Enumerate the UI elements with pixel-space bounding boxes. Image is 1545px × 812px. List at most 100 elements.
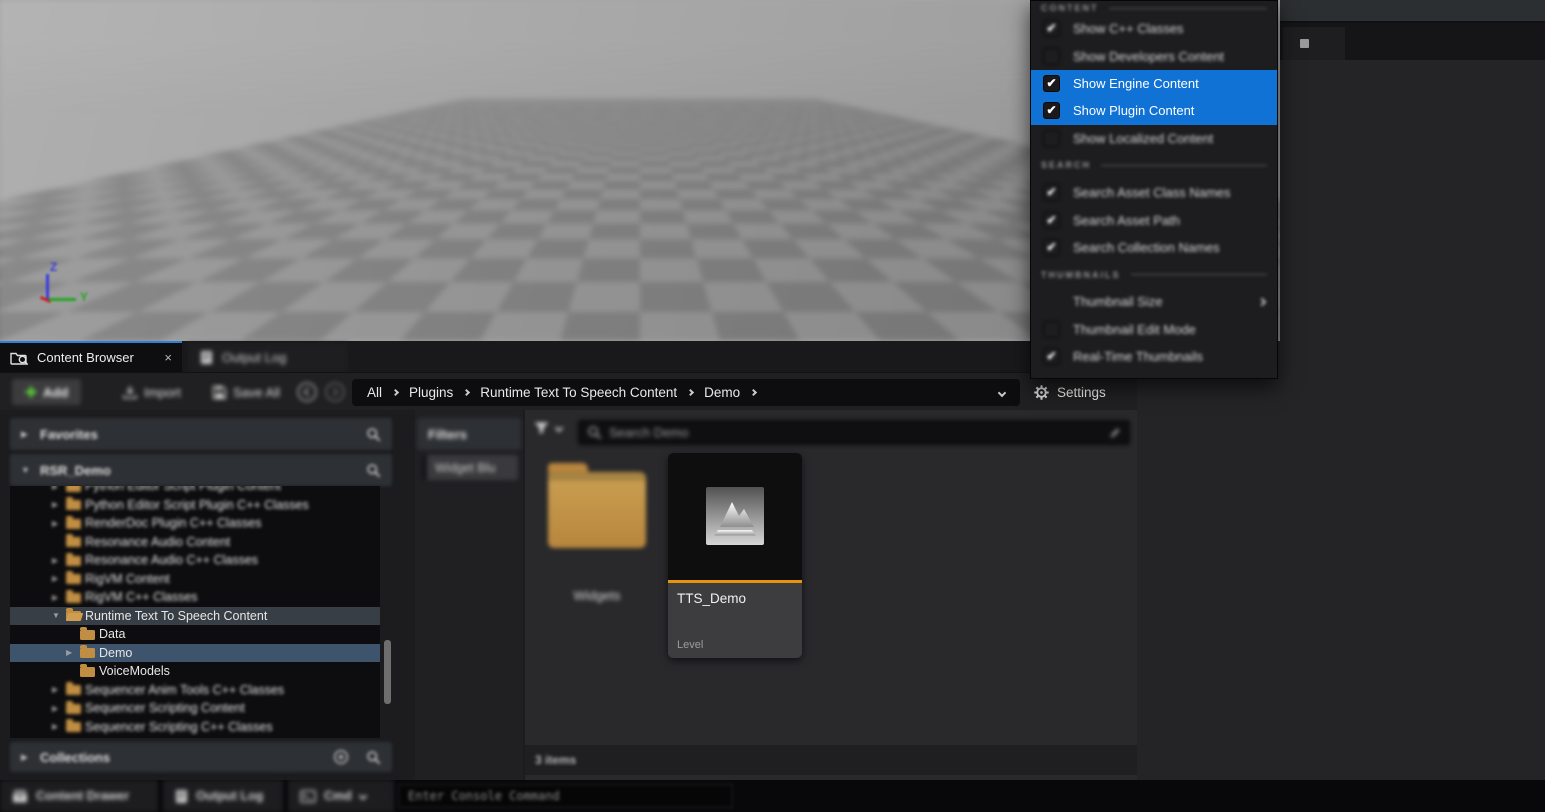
path-dropdown-icon[interactable] bbox=[998, 388, 1006, 396]
settings-button[interactable]: Settings bbox=[1033, 379, 1106, 406]
menu-item-show-engine-content[interactable]: ✔ Show Engine Content bbox=[1031, 70, 1277, 97]
right-panel-tabstrip bbox=[1280, 23, 1545, 60]
tab-content-browser[interactable]: Content Browser × bbox=[0, 341, 182, 372]
asset-thumbnail bbox=[668, 453, 802, 580]
menu-item-show-developers-content[interactable]: Show Developers Content bbox=[1031, 42, 1277, 69]
dock-filler-panel bbox=[1137, 341, 1280, 780]
checkbox-unchecked[interactable] bbox=[1043, 130, 1060, 147]
add-button[interactable]: Add bbox=[12, 379, 81, 405]
tree-item[interactable]: ▶ Resonance Audio C++ Classes bbox=[10, 551, 380, 570]
content-browser-icon bbox=[10, 350, 29, 366]
search-icon[interactable] bbox=[366, 463, 381, 478]
checkbox-checked[interactable]: ✔ bbox=[1043, 239, 1060, 256]
cmd-label: Cmd bbox=[324, 789, 352, 803]
expander-arrow[interactable]: ▶ bbox=[52, 574, 66, 583]
checkbox-unchecked[interactable] bbox=[1043, 48, 1060, 65]
folder-icon bbox=[80, 667, 95, 677]
unreal-editor-window: Z Y Content Browser × bbox=[0, 0, 1545, 812]
import-button[interactable]: Import bbox=[122, 385, 181, 400]
widgets-folder[interactable] bbox=[548, 472, 646, 548]
asset-search-box[interactable] bbox=[578, 420, 1130, 445]
tree-item-demo[interactable]: ▶ Demo bbox=[10, 644, 380, 663]
filter-button[interactable] bbox=[533, 421, 562, 435]
forward-button[interactable] bbox=[324, 381, 346, 403]
tree-item[interactable]: ▶ Sequencer Anim Tools C++ Classes bbox=[10, 681, 380, 700]
tab-label: Output Log bbox=[222, 350, 286, 365]
search-icon[interactable] bbox=[366, 750, 381, 765]
asset-card-tts-demo[interactable]: TTS_Demo Level bbox=[668, 453, 802, 658]
breadcrumb-item-runtime-tts[interactable]: Runtime Text To Speech Content bbox=[480, 385, 677, 400]
expander-arrow[interactable]: ▶ bbox=[52, 685, 66, 694]
checkbox-checked[interactable]: ✔ bbox=[1043, 184, 1060, 201]
tree-item[interactable]: ▶ RigVM C++ Classes bbox=[10, 588, 380, 607]
right-panel-tab[interactable] bbox=[1283, 27, 1345, 60]
tree-item[interactable]: ▶ Python Editor Script Plugin Content bbox=[10, 486, 380, 496]
search-input[interactable] bbox=[609, 425, 1102, 440]
rsr-demo-header[interactable]: ▼ RSR_Demo bbox=[10, 454, 392, 486]
back-button[interactable] bbox=[296, 381, 318, 403]
menu-item-search-collection-names[interactable]: ✔ Search Collection Names bbox=[1031, 234, 1277, 261]
folder-icon bbox=[80, 630, 95, 640]
tree-item[interactable]: ▶ RenderDoc Plugin C++ Classes bbox=[10, 514, 380, 533]
console-command-input[interactable] bbox=[398, 784, 733, 808]
tab-label: Content Browser bbox=[37, 350, 134, 365]
breadcrumb-item-all[interactable]: All bbox=[367, 385, 382, 400]
menu-item-search-asset-path[interactable]: ✔ Search Asset Path bbox=[1031, 206, 1277, 233]
tree-scrollbar[interactable] bbox=[384, 640, 391, 704]
tree-item[interactable]: ▶ Python Editor Script Plugin C++ Classe… bbox=[10, 496, 380, 515]
tree-item-runtime-tts-content[interactable]: ▼ Runtime Text To Speech Content bbox=[10, 607, 380, 626]
save-all-button[interactable]: Save All bbox=[212, 385, 280, 400]
content-browser-toolbar: Add Import Save All bbox=[0, 372, 1137, 410]
tree-item-data[interactable]: Data bbox=[10, 625, 380, 644]
checkbox-checked[interactable]: ✔ bbox=[1043, 102, 1060, 119]
tree-item[interactable]: ▶ Sequencer Scripting Content bbox=[10, 699, 380, 718]
axis-y-label: Y bbox=[80, 290, 88, 304]
expander-arrow[interactable]: ▶ bbox=[52, 519, 66, 528]
expander-arrow[interactable]: ▶ bbox=[52, 593, 66, 602]
checkbox-checked[interactable]: ✔ bbox=[1043, 20, 1060, 37]
menu-item-thumbnail-edit-mode[interactable]: Thumbnail Edit Mode bbox=[1031, 316, 1277, 343]
tree-item-voicemodels[interactable]: VoiceModels bbox=[10, 662, 380, 681]
expander-arrow[interactable]: ▶ bbox=[21, 752, 31, 763]
expander-arrow[interactable]: ▶ bbox=[21, 429, 31, 440]
menu-item-show-cpp-classes[interactable]: ✔ Show C++ Classes bbox=[1031, 15, 1277, 42]
expander-arrow[interactable]: ▼ bbox=[52, 611, 66, 620]
collections-header[interactable]: ▶ Collections bbox=[10, 742, 392, 772]
tree-item[interactable]: ▶ Sequencer Scripting C++ Classes bbox=[10, 718, 380, 737]
cmd-button[interactable]: Cmd bbox=[288, 780, 394, 812]
search-icon[interactable] bbox=[366, 427, 381, 442]
expander-arrow[interactable]: ▶ bbox=[52, 500, 66, 509]
right-dock-panel bbox=[1280, 0, 1545, 780]
tree-item[interactable]: Resonance Audio Content bbox=[10, 533, 380, 552]
menu-item-show-plugin-content[interactable]: ✔ Show Plugin Content bbox=[1031, 97, 1277, 124]
folder-icon bbox=[66, 500, 81, 510]
tab-output-log[interactable]: Output Log bbox=[188, 343, 348, 372]
content-drawer-label: Content Drawer bbox=[36, 789, 129, 803]
tree-item[interactable]: ▶ RigVM Content bbox=[10, 570, 380, 589]
breadcrumb-item-plugins[interactable]: Plugins bbox=[409, 385, 453, 400]
expander-arrow[interactable]: ▶ bbox=[66, 648, 80, 657]
panel-tab-icon bbox=[1300, 39, 1309, 48]
menu-item-real-time-thumbnails[interactable]: ✔ Real-Time Thumbnails bbox=[1031, 343, 1277, 370]
menu-item-thumbnail-size[interactable]: Thumbnail Size bbox=[1031, 288, 1277, 315]
menu-item-show-localized-content[interactable]: Show Localized Content bbox=[1031, 125, 1277, 152]
checkbox-checked[interactable]: ✔ bbox=[1043, 212, 1060, 229]
checkbox-checked[interactable]: ✔ bbox=[1043, 75, 1060, 92]
close-icon[interactable]: × bbox=[164, 351, 172, 364]
add-collection-icon[interactable] bbox=[333, 749, 349, 765]
menu-item-search-asset-class-names[interactable]: ✔ Search Asset Class Names bbox=[1031, 179, 1277, 206]
favorites-header[interactable]: ▶ Favorites bbox=[10, 418, 392, 450]
breadcrumb-item-demo[interactable]: Demo bbox=[704, 385, 740, 400]
output-log-button[interactable]: Output Log bbox=[163, 780, 283, 812]
edit-search-icon[interactable] bbox=[1109, 427, 1121, 439]
expander-arrow[interactable]: ▶ bbox=[52, 722, 66, 731]
content-drawer-button[interactable]: Content Drawer bbox=[0, 780, 158, 812]
expander-arrow[interactable]: ▶ bbox=[52, 486, 66, 491]
filter-chip-widget-blueprint[interactable]: Widget Blu bbox=[422, 455, 518, 480]
checkbox-unchecked[interactable] bbox=[1043, 321, 1060, 338]
checkbox-checked[interactable]: ✔ bbox=[1043, 348, 1060, 365]
expander-arrow[interactable]: ▶ bbox=[52, 556, 66, 565]
expander-arrow[interactable]: ▼ bbox=[21, 465, 31, 475]
expander-arrow[interactable]: ▶ bbox=[52, 704, 66, 713]
console-input[interactable] bbox=[408, 789, 723, 803]
